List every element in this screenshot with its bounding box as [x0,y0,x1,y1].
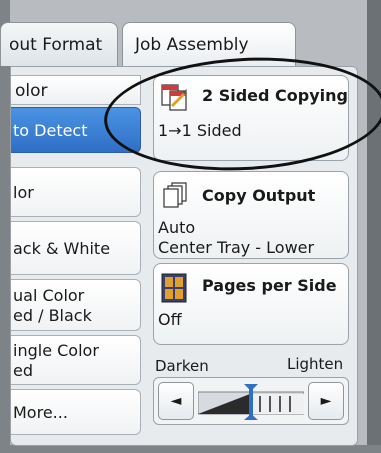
copy-output-value-line-2: Center Tray - Lower [158,238,315,257]
tab-layout-format[interactable]: out Format [0,22,118,66]
pages-per-side-button[interactable]: Pages per Side Off [153,263,349,345]
four-up-pages-icon [161,273,187,303]
lighten-arrow-button[interactable]: ► [308,382,344,420]
color-option-single-color[interactable]: ingle Color ed [11,335,141,385]
density-slider[interactable] [198,384,304,420]
option-label-line-1: ual Color [13,286,85,305]
pages-per-side-value: Off [158,310,182,329]
option-label-line-1: ingle Color [13,341,99,360]
density-control: ◄ ► [153,377,349,425]
option-label: lor [13,183,34,202]
screen-bezel-left [0,0,10,453]
color-option-dual-color[interactable]: ual Color ed / Black [11,279,141,331]
copy-output-value-line-1: Auto [158,218,196,237]
screen-bezel-bottom [0,445,381,453]
option-label: ack & White [13,239,111,258]
color-option-black-white[interactable]: ack & White [11,221,141,275]
color-option-more[interactable]: More... [11,389,141,435]
copy-output-button[interactable]: Copy Output Auto Center Tray - Lower [153,171,349,259]
pages-per-side-title: Pages per Side [202,276,337,295]
option-label-line-2: ed [13,361,33,380]
option-label-line-2: ed / Black [13,306,92,325]
tab-bar: out Format Job Assembly [0,14,367,66]
option-label: More... [13,403,68,422]
darken-label: Darken [155,357,209,375]
lighten-label: Lighten [287,355,344,373]
screen-bezel-right [367,0,381,453]
color-option-color[interactable]: lor [11,167,141,217]
stacked-pages-icon [163,182,187,208]
copy-output-title: Copy Output [202,186,316,205]
darken-arrow-button[interactable]: ◄ [158,382,194,420]
